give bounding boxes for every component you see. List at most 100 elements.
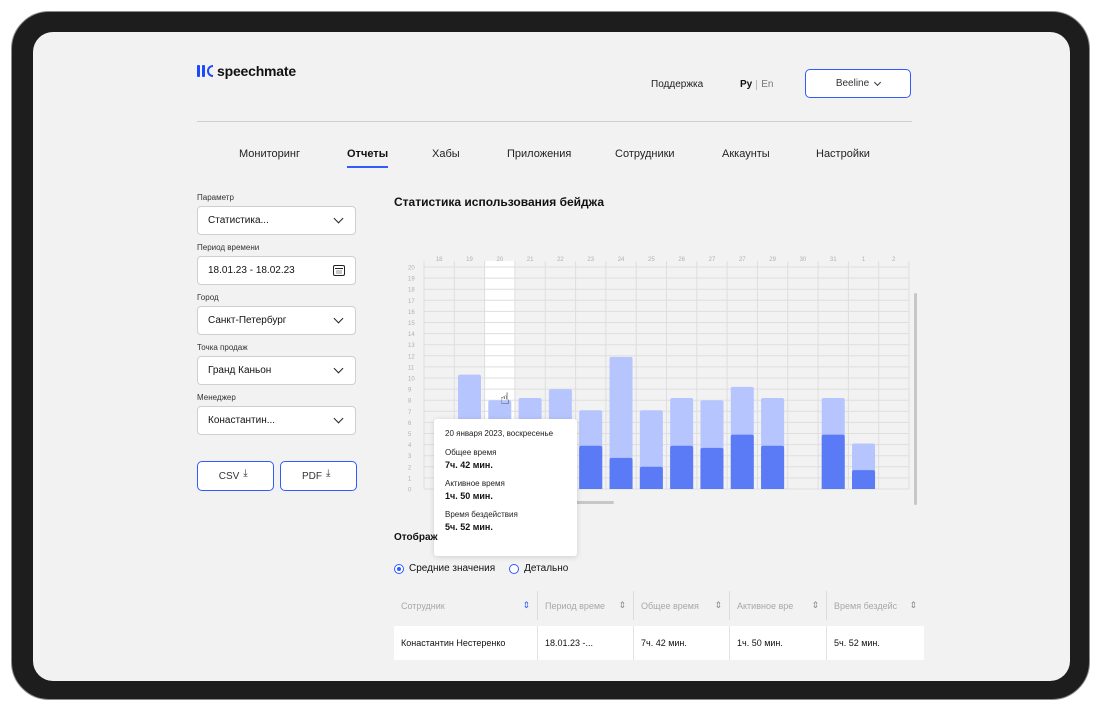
- lang-divider: [756, 79, 758, 90]
- column-header-employee[interactable]: Сотрудник ⇕: [394, 591, 538, 620]
- y-tick-label: 13: [408, 343, 415, 349]
- lang-ru[interactable]: Ру: [740, 79, 752, 90]
- tooltip-total-label: Общее время: [445, 448, 497, 457]
- account-dropdown[interactable]: Beeline: [805, 69, 911, 98]
- filter-city: Город Санкт-Петербург: [197, 293, 357, 335]
- x-tick-label: 29: [769, 257, 776, 263]
- tab-accounts[interactable]: Аккаунты: [722, 148, 770, 160]
- x-tick-label: 20: [496, 257, 503, 263]
- chevron-down-icon: [333, 213, 344, 224]
- display-mode-label: Отображ: [394, 532, 438, 543]
- column-header-idle[interactable]: Время бездейс ⇕: [827, 591, 924, 620]
- tab-hubs[interactable]: Хабы: [432, 148, 460, 160]
- bar-active: [821, 434, 845, 489]
- sort-icon: ⇕: [522, 600, 530, 611]
- y-tick-label: 8: [408, 399, 412, 405]
- radio-unchecked-icon: [509, 563, 520, 574]
- select-value: Санкт-Петербург: [208, 315, 287, 326]
- tooltip-total-value: 7ч. 42 мин.: [445, 460, 493, 470]
- sort-icon: ⇕: [714, 600, 722, 611]
- y-tick-label: 1: [408, 476, 412, 482]
- table-cell: 5ч. 52 мин.: [834, 638, 880, 648]
- y-tick-label: 9: [408, 388, 412, 394]
- radio-checked-icon: [394, 563, 404, 574]
- column-title: Общее время: [641, 600, 699, 611]
- city-select[interactable]: Санкт-Петербург: [197, 306, 356, 335]
- chart-title: Статистика использования бейджа: [394, 195, 604, 209]
- x-tick-label: 2: [892, 257, 896, 263]
- column-title: Активное вре: [737, 600, 794, 611]
- download-icon: [326, 468, 335, 480]
- table-cell: 1ч. 50 мин.: [730, 626, 827, 660]
- x-tick-label: 25: [648, 257, 655, 263]
- bar-active: [700, 447, 724, 489]
- filter-label: Период времени: [197, 243, 260, 252]
- tab-employees[interactable]: Сотрудники: [615, 148, 675, 160]
- y-tick-label: 16: [408, 310, 415, 316]
- chevron-down-icon: [333, 313, 344, 324]
- bar-active: [609, 457, 633, 489]
- sort-icon: ⇕: [909, 600, 917, 611]
- column-header-active[interactable]: Активное вре ⇕: [730, 591, 827, 620]
- export-buttons: CSV PDF: [197, 461, 357, 491]
- filter-parameter: Параметр Статистика...: [197, 193, 357, 235]
- filter-label: Менеджер: [197, 393, 236, 402]
- tab-monitoring[interactable]: Мониторинг: [239, 148, 300, 160]
- sort-icon: ⇕: [811, 600, 819, 611]
- filter-manager: Менеджер Конастантин...: [197, 393, 357, 435]
- manager-select[interactable]: Конастантин...: [197, 406, 356, 435]
- tooltip-active-value: 1ч. 50 мин.: [445, 491, 493, 501]
- bar-active: [761, 445, 785, 489]
- logo[interactable]: speechmate: [197, 63, 296, 79]
- tab-apps[interactable]: Приложения: [507, 148, 571, 160]
- y-tick-label: 4: [408, 443, 412, 449]
- filter-label: Точка продаж: [197, 343, 248, 352]
- table-cell: Конастантин Нестеренко: [394, 626, 538, 660]
- y-tick-label: 7: [408, 410, 412, 416]
- download-icon: [243, 468, 252, 480]
- radio-average[interactable]: Средние значения: [394, 563, 495, 574]
- logo-mark-icon: [197, 65, 213, 77]
- y-tick-label: 11: [408, 365, 415, 371]
- display-mode-radios: Средние значения Детально: [394, 563, 568, 574]
- column-header-period[interactable]: Период време ⇕: [538, 591, 634, 620]
- support-link[interactable]: Поддержка: [651, 79, 703, 90]
- tab-reports[interactable]: Отчеты: [347, 148, 389, 168]
- y-tick-label: 10: [408, 377, 415, 383]
- lang-en[interactable]: En: [761, 79, 773, 90]
- radio-detailed[interactable]: Детально: [509, 563, 568, 574]
- x-tick-label: 26: [678, 257, 685, 263]
- x-tick-label: 1: [862, 257, 866, 263]
- y-tick-label: 15: [408, 321, 415, 327]
- tooltip-idle-label: Время бездействия: [445, 510, 518, 519]
- report-table: Сотрудник ⇕ Период време ⇕ Общее время ⇕ Ак…: [394, 591, 924, 660]
- column-header-total[interactable]: Общее время ⇕: [634, 591, 730, 620]
- x-tick-label: 18: [436, 257, 443, 263]
- x-tick-label: 22: [557, 257, 564, 263]
- radio-label: Детально: [524, 563, 569, 574]
- tab-settings[interactable]: Настройки: [816, 148, 870, 160]
- select-value: Гранд Каньон: [208, 365, 272, 376]
- table-header: Сотрудник ⇕ Период време ⇕ Общее время ⇕ Ак…: [394, 591, 924, 620]
- export-pdf-button[interactable]: PDF: [280, 461, 357, 491]
- bar-active: [639, 466, 663, 489]
- period-picker[interactable]: 18.01.23 - 18.02.23: [197, 256, 356, 285]
- chart-tooltip: 20 января 2023, воскресенье Общее время …: [434, 419, 577, 556]
- table-row[interactable]: Конастантин Нестеренко 18.01.23 -... 7ч.…: [394, 626, 924, 660]
- x-tick-label: 24: [618, 257, 625, 263]
- chart-vertical-scrollbar[interactable]: [914, 293, 917, 505]
- filter-label: Параметр: [197, 193, 234, 202]
- parameter-select[interactable]: Статистика...: [197, 206, 356, 235]
- point-select[interactable]: Гранд Каньон: [197, 356, 356, 385]
- language-switcher: Ру En: [740, 79, 773, 90]
- account-label: Beeline: [835, 78, 870, 89]
- chevron-down-icon: [333, 363, 344, 374]
- export-csv-button[interactable]: CSV: [197, 461, 274, 491]
- chevron-down-icon: [874, 78, 882, 86]
- y-tick-label: 5: [408, 432, 412, 438]
- filter-period: Период времени 18.01.23 - 18.02.23: [197, 243, 357, 285]
- x-tick-label: 27: [739, 257, 746, 263]
- y-tick-label: 12: [408, 354, 415, 360]
- x-tick-label: 23: [587, 257, 594, 263]
- filters-panel: Параметр Статистика... Период времени 18…: [197, 193, 357, 443]
